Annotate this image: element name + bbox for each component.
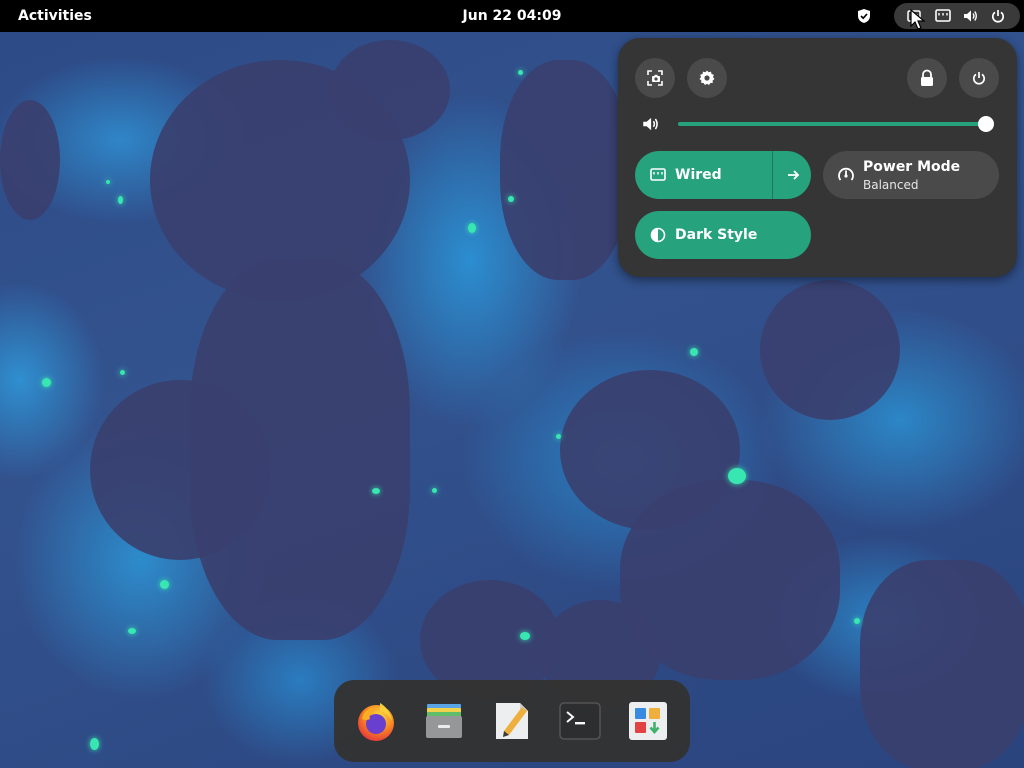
activities-button[interactable]: Activities [8,4,102,28]
firefox-icon[interactable] [352,697,400,745]
software-icon[interactable] [624,697,672,745]
wired-menu-button[interactable] [772,151,812,199]
dark-style-label: Dark Style [675,227,758,243]
power-off-button[interactable] [959,58,999,98]
screenshot-icon [646,69,664,87]
top-bar: Activities Jun 22 04:09 [0,0,1024,32]
dark-style-icon [649,226,667,244]
lock-icon [919,69,935,87]
network-wired-icon [649,166,667,184]
power-mode-label: Power Mode [863,159,961,175]
settings-button[interactable] [687,58,727,98]
clock-button[interactable]: Jun 22 04:09 [452,4,572,28]
mouse-cursor-icon [910,8,926,31]
volume-icon [962,8,978,24]
settings-icon [698,69,716,87]
dash-dock [334,680,690,762]
volume-slider-handle[interactable] [978,116,994,132]
terminal-icon[interactable] [556,697,604,745]
quick-settings-panel: Wired Power Mode Balanced Dark Style [618,38,1017,277]
arrow-right-icon [786,168,800,182]
power-mode-subtitle: Balanced [863,178,919,192]
power-mode-toggle[interactable]: Power Mode Balanced [823,151,999,199]
volume-slider[interactable] [678,116,994,132]
power-profile-icon [837,166,855,184]
text-editor-icon[interactable] [488,697,536,745]
screenshot-button[interactable] [635,58,675,98]
volume-slider-fill [678,122,986,126]
files-icon[interactable] [420,697,468,745]
wired-toggle[interactable]: Wired [635,151,811,199]
wired-label: Wired [675,167,722,183]
dark-style-toggle[interactable]: Dark Style [635,211,811,259]
shield-icon[interactable] [852,4,876,28]
volume-icon [640,114,660,134]
lock-button[interactable] [907,58,947,98]
power-icon [990,8,1006,24]
power-icon [971,70,987,86]
network-wired-icon [935,8,951,24]
